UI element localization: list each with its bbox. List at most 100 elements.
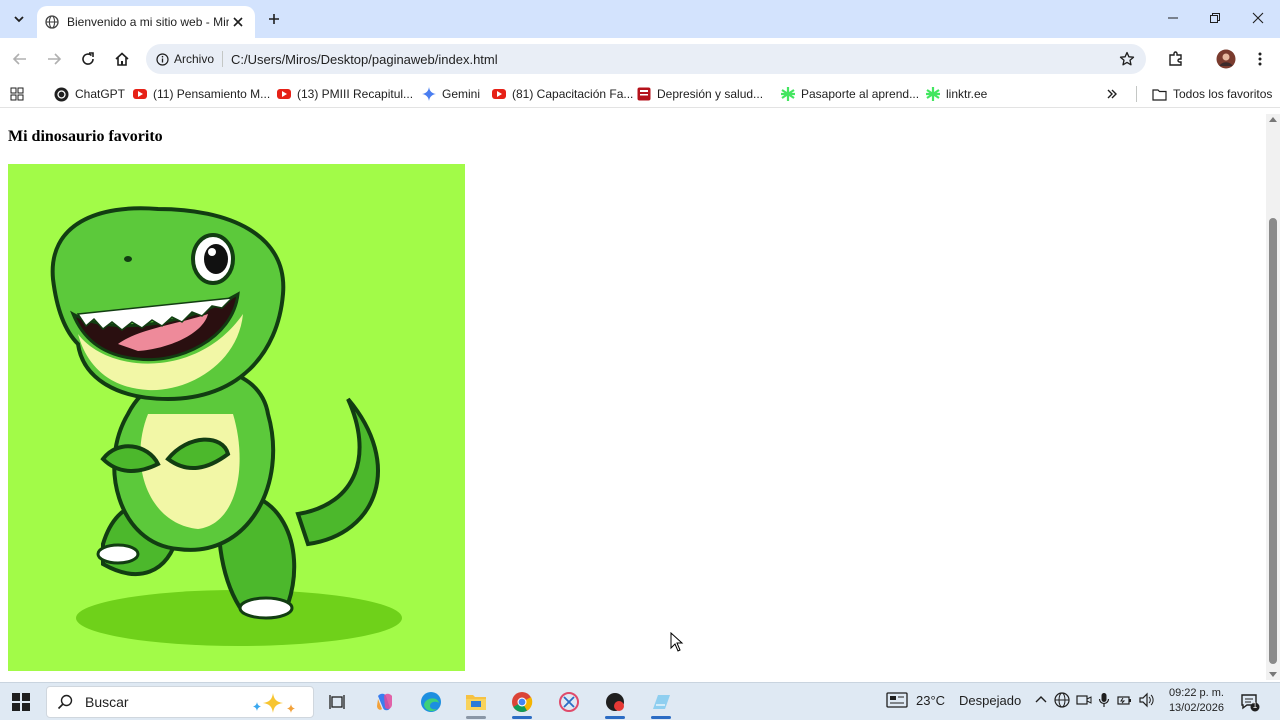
back-button[interactable] (8, 47, 32, 71)
bookmark-linktree[interactable]: linktr.ee (926, 85, 987, 103)
folder-icon (466, 695, 486, 710)
bookmark-pasaporte[interactable]: Pasaporte al aprend... (781, 85, 919, 103)
chrome-app[interactable] (509, 689, 535, 719)
chevron-up-icon[interactable] (1034, 693, 1048, 707)
bookmark-label: linktr.ee (946, 87, 988, 101)
notification-center-button[interactable]: 1 (1240, 692, 1260, 712)
bookmark-label: Gemini (442, 87, 481, 101)
youtube-icon (133, 89, 147, 99)
copilot-sparkle-icon (253, 693, 295, 713)
globe-icon[interactable] (1054, 692, 1070, 708)
microphone-icon[interactable] (1098, 692, 1110, 708)
weather-card-icon (886, 692, 908, 708)
browser-tab[interactable]: Bienvenido a mi sitio web - Mir (37, 6, 255, 38)
tab-close-button[interactable] (229, 13, 247, 31)
close-icon (233, 17, 243, 27)
minimize-icon (1168, 17, 1178, 19)
clock-date: 13/02/2026 (1168, 702, 1224, 714)
scrollbar-thumb[interactable] (1269, 218, 1277, 664)
camera-icon[interactable] (1076, 692, 1092, 708)
bookmark-gemini[interactable]: Gemini (422, 85, 480, 103)
weather-condition: Despejado (959, 692, 1022, 708)
omnibox-divider (222, 51, 224, 67)
scroll-up-arrow-icon[interactable] (1269, 117, 1277, 122)
address-bar[interactable]: Archivo C:/Users/Miros/Desktop/paginaweb… (146, 44, 1146, 74)
all-bookmarks-label: Todos los favoritos (1173, 87, 1273, 101)
bookmarks-divider (1136, 86, 1137, 102)
bookmark-label: (81) Capacitación Fa... (512, 87, 634, 101)
home-icon (115, 52, 129, 66)
avatar-icon (1216, 49, 1236, 69)
page-scrollbar[interactable] (1266, 114, 1280, 680)
new-tab-button[interactable] (264, 9, 284, 29)
home-button[interactable] (110, 47, 134, 71)
reload-button[interactable] (76, 47, 100, 71)
menu-button[interactable] (1248, 47, 1272, 71)
bookmark-label: ChatGPT (75, 87, 126, 101)
all-bookmarks-folder[interactable]: Todos los favoritos (1152, 85, 1272, 103)
active-indicator (512, 716, 532, 719)
dinosaur-image (8, 164, 465, 671)
chatgpt-icon (54, 87, 69, 101)
clock-time: 09:22 p. m. (1168, 687, 1224, 699)
extensions-button[interactable] (1164, 47, 1188, 71)
battery-plug-icon[interactable] (1116, 692, 1132, 708)
file-explorer-app[interactable] (463, 689, 489, 719)
plus-icon (269, 14, 279, 24)
snipping-tool-icon (559, 692, 579, 712)
more-bookmarks-button[interactable] (1106, 85, 1118, 103)
bookmark-label: Depresión y salud... (657, 87, 764, 101)
task-view-icon (329, 695, 345, 709)
forward-button[interactable] (42, 47, 66, 71)
bookmark-star-button[interactable] (1118, 50, 1136, 68)
speaker-icon[interactable] (1138, 692, 1154, 708)
taskbar-search[interactable]: Buscar (46, 686, 314, 718)
page-heading: Mi dinosaurio favorito (8, 128, 163, 145)
copilot-app[interactable] (372, 689, 398, 715)
folder-icon (1152, 88, 1167, 101)
snipping-tool-app[interactable] (556, 689, 582, 715)
bookmark-youtube-3[interactable]: (81) Capacitación Fa... (492, 85, 633, 103)
restore-button[interactable] (1200, 6, 1230, 30)
puzzle-icon (1169, 51, 1182, 66)
info-icon (156, 52, 169, 66)
tab-strip: Bienvenido a mi sitio web - Mir (0, 0, 1280, 38)
record-icon (606, 693, 624, 711)
weather-widget[interactable]: 23°C Despejado (886, 692, 1021, 708)
cursor-arrow-icon (670, 631, 684, 652)
restore-icon (1210, 13, 1220, 23)
site-info-chip[interactable]: Archivo (156, 52, 214, 66)
youtube-icon (492, 89, 506, 99)
chevron-down-icon (14, 16, 24, 23)
search-placeholder: Buscar (85, 694, 129, 710)
tab-search-button[interactable] (8, 8, 30, 30)
browser-toolbar: Archivo C:/Users/Miros/Desktop/paginaweb… (0, 38, 1280, 80)
task-view-button[interactable] (324, 689, 350, 715)
minimize-button[interactable] (1158, 6, 1188, 30)
scroll-down-arrow-icon[interactable] (1269, 672, 1277, 677)
edge-app[interactable] (418, 689, 444, 715)
recorder-app[interactable] (602, 689, 628, 719)
notification-count: 1 (1252, 701, 1258, 710)
globe-icon (45, 15, 59, 29)
apps-button[interactable] (10, 85, 24, 103)
edge-icon (421, 692, 441, 712)
bookmark-label: Pasaporte al aprend... (801, 87, 920, 101)
start-button[interactable] (10, 691, 34, 713)
site-icon (637, 87, 651, 101)
page-viewport: Mi dinosaurio favorito (0, 114, 1266, 680)
bookmark-chatgpt[interactable]: ChatGPT (54, 85, 125, 103)
close-window-button[interactable] (1243, 6, 1273, 30)
linktree-icon (781, 87, 795, 101)
bookmark-youtube-2[interactable]: (13) PMIII Recapitul... (277, 85, 413, 103)
profile-avatar[interactable] (1214, 47, 1238, 71)
notepad-app[interactable] (648, 689, 674, 719)
reload-icon (82, 52, 94, 65)
bookmark-depresion[interactable]: Depresión y salud... (637, 85, 763, 103)
arrow-right-icon (48, 53, 62, 65)
youtube-icon (277, 89, 291, 99)
system-tray (1034, 692, 1154, 708)
taskbar-clock[interactable]: 09:22 p. m. 13/02/2026 (1162, 686, 1224, 716)
bookmark-youtube-1[interactable]: (11) Pensamiento M... (133, 85, 270, 103)
url-text[interactable]: C:/Users/Miros/Desktop/paginaweb/index.h… (231, 52, 498, 67)
